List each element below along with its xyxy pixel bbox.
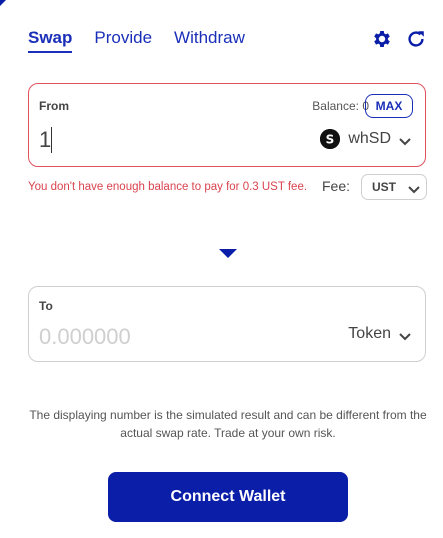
- from-token-select[interactable]: S whSD: [320, 129, 411, 149]
- from-box: From Balance: 0 MAX S whSD: [28, 83, 426, 167]
- connect-wallet-button[interactable]: Connect Wallet: [108, 472, 348, 522]
- refresh-icon[interactable]: [405, 28, 427, 50]
- top-icons: [371, 28, 427, 50]
- balance-error: You don't have enough balance to pay for…: [28, 181, 308, 193]
- tab-swap[interactable]: Swap: [28, 28, 73, 53]
- tab-withdraw[interactable]: Withdraw: [174, 28, 245, 53]
- gear-icon[interactable]: [371, 28, 393, 50]
- from-amount-input[interactable]: [39, 124, 239, 156]
- chevron-down-icon: [399, 329, 411, 341]
- fee-value: UST: [372, 180, 396, 194]
- max-button[interactable]: MAX: [365, 94, 413, 118]
- disclaimer-text: The displaying number is the simulated r…: [29, 408, 427, 440]
- to-token-name: Token: [348, 325, 391, 342]
- tab-provide[interactable]: Provide: [94, 28, 152, 53]
- to-label: To: [39, 299, 53, 313]
- text-caret: [51, 127, 52, 153]
- corner-mark: [0, 0, 6, 6]
- to-token-select[interactable]: Token: [348, 325, 411, 343]
- swap-direction-icon[interactable]: [219, 249, 237, 258]
- svg-text:S: S: [326, 133, 335, 147]
- whsd-token-icon: S: [320, 129, 341, 149]
- from-label: From: [39, 99, 69, 113]
- balance-text: Balance: 0: [312, 99, 369, 113]
- from-token-name: whSD: [348, 130, 391, 147]
- fee-label: Fee:: [322, 178, 351, 194]
- to-box: To Token: [28, 286, 426, 362]
- chevron-down-icon: [399, 134, 411, 146]
- fee-select[interactable]: UST: [361, 174, 427, 200]
- to-amount-input[interactable]: [39, 321, 239, 353]
- chevron-down-icon: [408, 182, 420, 194]
- swap-tabs: Swap Provide Withdraw: [28, 28, 245, 53]
